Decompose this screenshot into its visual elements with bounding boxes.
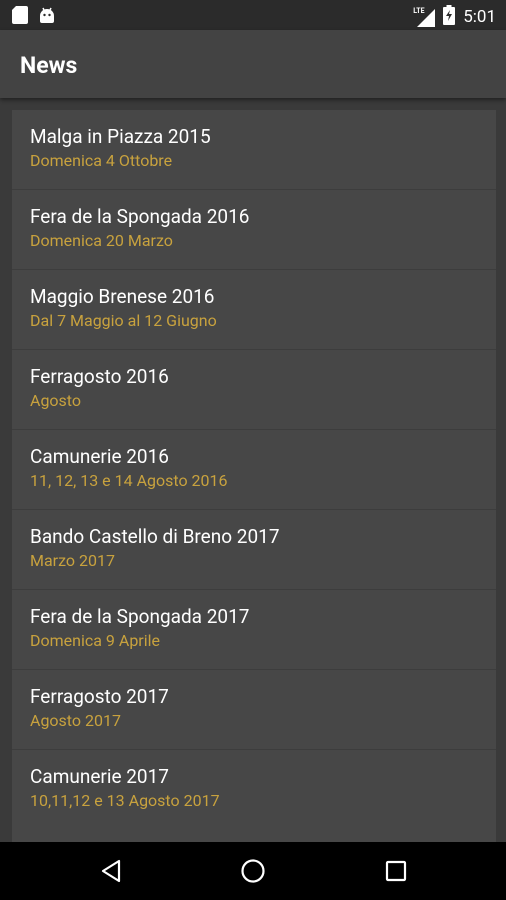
news-title: Camunerie 2016 [30, 445, 169, 468]
news-list[interactable]: Malga in Piazza 2015 Domenica 4 Ottobre … [0, 98, 506, 842]
navigation-bar [0, 842, 506, 900]
news-item-4[interactable]: Ferragosto 2016 Agosto [12, 350, 496, 430]
recents-button[interactable] [381, 856, 411, 886]
status-bar: LTE 5:01 [0, 0, 506, 30]
news-date: Dal 7 Maggio al 12 Giugno [30, 311, 217, 330]
home-icon [238, 859, 268, 890]
news-title: Maggio Brenese 2016 [30, 285, 215, 308]
lte-signal-icon: LTE [413, 7, 436, 27]
news-item-8[interactable]: Ferragosto 2017 Agosto 2017 [12, 670, 496, 750]
news-date: Agosto [30, 391, 82, 410]
android-icon [38, 6, 56, 28]
news-title: Camunerie 2017 [30, 765, 169, 788]
news-date: Agosto 2017 [30, 711, 121, 730]
status-time: 5:01 [463, 7, 496, 27]
back-button[interactable] [97, 856, 127, 886]
app-bar: News [0, 30, 506, 98]
news-date: Domenica 4 Ottobre [30, 151, 173, 170]
news-title: Bando Castello di Breno 2017 [30, 525, 280, 548]
news-item-6[interactable]: Bando Castello di Breno 2017 Marzo 2017 [12, 510, 496, 590]
news-date: Domenica 20 Marzo [30, 231, 173, 250]
news-item-5[interactable]: Camunerie 2016 11, 12, 13 e 14 Agosto 20… [12, 430, 496, 510]
news-item-2[interactable]: Fera de la Spongada 2016 Domenica 20 Mar… [12, 190, 496, 270]
news-item-1[interactable]: Malga in Piazza 2015 Domenica 4 Ottobre [12, 110, 496, 190]
news-item-7[interactable]: Fera de la Spongada 2017 Domenica 9 Apri… [12, 590, 496, 670]
news-date: 11, 12, 13 e 14 Agosto 2016 [30, 471, 228, 490]
news-item-9[interactable]: Camunerie 2017 10,11,12 e 13 Agosto 2017 [12, 750, 496, 829]
news-card: Malga in Piazza 2015 Domenica 4 Ottobre … [12, 110, 496, 842]
news-title: Malga in Piazza 2015 [30, 125, 211, 148]
sd-card-icon [12, 6, 28, 28]
battery-charging-icon [443, 5, 456, 29]
page-title: News [20, 52, 78, 79]
news-title: Fera de la Spongada 2016 [30, 205, 250, 228]
recents-icon [381, 860, 411, 890]
news-date: 10,11,12 e 13 Agosto 2017 [30, 791, 220, 810]
news-date: Domenica 9 Aprile [30, 631, 160, 650]
home-button[interactable] [238, 856, 268, 886]
news-title: Ferragosto 2017 [30, 685, 169, 708]
news-title: Ferragosto 2016 [30, 365, 169, 388]
news-item-3[interactable]: Maggio Brenese 2016 Dal 7 Maggio al 12 G… [12, 270, 496, 350]
back-icon [97, 859, 127, 890]
news-date: Marzo 2017 [30, 551, 115, 570]
news-title: Fera de la Spongada 2017 [30, 605, 250, 628]
